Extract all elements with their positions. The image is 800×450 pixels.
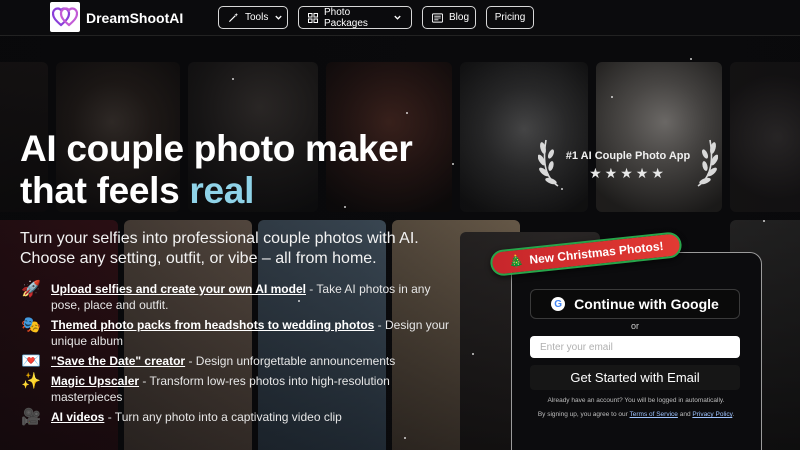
feature-link-upload-selfies[interactable]: Upload selfies and create your own AI mo…	[51, 282, 306, 296]
account-note: Already have an account? You will be log…	[547, 397, 725, 404]
theater-masks-icon: 🎭	[21, 317, 41, 334]
get-started-label: Get Started with Email	[570, 370, 700, 385]
terms-of-service-link[interactable]: Terms of Service	[630, 411, 678, 418]
list-item: 🎥 AI videos - Turn any photo into a capt…	[20, 409, 450, 426]
google-icon: G	[551, 297, 566, 311]
christmas-tree-icon: 🎄	[507, 253, 525, 270]
hero-title-highlight: real	[189, 170, 255, 211]
feature-description: - Design unforgettable announcements	[185, 354, 396, 368]
sparkle-icon	[611, 96, 613, 98]
rating-stars: ★★★★★	[589, 165, 667, 181]
chevron-down-icon	[394, 15, 401, 20]
photo-packages-label: Photo Packages	[324, 6, 368, 29]
logo[interactable]	[50, 2, 80, 32]
tools-label: Tools	[245, 12, 269, 23]
top-navbar: DreamShootAI Tools Photo Packages Blog P…	[0, 0, 800, 36]
chevron-down-icon	[275, 15, 283, 20]
get-started-email-button[interactable]: Get Started with Email	[530, 365, 740, 390]
badge-title: #1 AI Couple Photo App	[565, 150, 691, 162]
brand-name: DreamShootAI	[86, 10, 184, 26]
grid-icon	[308, 12, 318, 23]
feature-list: 🚀 Upload selfies and create your own AI …	[20, 281, 450, 429]
pricing-label: Pricing	[494, 12, 526, 23]
hero-subtitle: Turn your selfies into professional coup…	[20, 230, 419, 267]
terms-note: By signing up, you agree to our Terms of…	[520, 410, 752, 420]
privacy-policy-link[interactable]: Privacy Policy	[692, 411, 732, 418]
photo-packages-dropdown[interactable]: Photo Packages	[298, 6, 412, 29]
double-heart-icon	[52, 7, 78, 27]
feature-link-save-the-date[interactable]: "Save the Date" creator	[51, 354, 185, 368]
rocket-icon: 🚀	[21, 281, 41, 298]
magic-wand-icon	[228, 12, 239, 23]
sparkle-icon	[763, 220, 765, 222]
google-button-label: Continue with Google	[574, 296, 719, 312]
sparkles-icon: ✨	[21, 373, 41, 390]
award-badge: #1 AI Couple Photo App ★★★★★	[538, 134, 718, 190]
list-item: ✨ Magic Upscaler - Transform low-res pho…	[20, 373, 450, 405]
sparkle-icon	[452, 163, 454, 165]
hero-title-line2: that feels	[20, 170, 180, 211]
or-divider: or	[630, 321, 639, 331]
pricing-link[interactable]: Pricing	[486, 6, 534, 29]
feature-link-magic-upscaler[interactable]: Magic Upscaler	[51, 374, 139, 388]
tools-dropdown[interactable]: Tools	[218, 6, 288, 29]
hero-title-line1: AI couple photo maker	[20, 128, 413, 169]
sparkle-icon	[404, 437, 406, 439]
sparkle-icon	[472, 353, 474, 355]
email-field[interactable]	[530, 336, 740, 358]
sparkle-icon	[406, 112, 408, 114]
list-item: 🚀 Upload selfies and create your own AI …	[20, 281, 450, 313]
list-item: 💌 "Save the Date" creator - Design unfor…	[20, 353, 450, 370]
feature-link-themed-packs[interactable]: Themed photo packs from headshots to wed…	[51, 318, 374, 332]
newspaper-icon	[432, 12, 443, 23]
blog-label: Blog	[449, 12, 470, 23]
list-item: 🎭 Themed photo packs from headshots to w…	[20, 317, 450, 349]
love-letter-icon: 💌	[21, 353, 41, 370]
terms-suffix: .	[732, 411, 735, 418]
feature-description: - Turn any photo into a captivating vide…	[104, 410, 342, 424]
blog-link[interactable]: Blog	[422, 6, 476, 29]
sparkle-icon	[690, 58, 692, 60]
continue-with-google-button[interactable]: G Continue with Google	[530, 289, 740, 319]
terms-prefix: By signing up, you agree to our	[537, 411, 630, 418]
hero-title: AI couple photo maker that feels real	[20, 128, 413, 212]
feature-link-ai-videos[interactable]: AI videos	[51, 410, 104, 424]
laurel-right-icon	[697, 139, 718, 187]
sparkle-icon	[232, 78, 234, 80]
terms-and: and	[677, 411, 693, 418]
video-camera-icon: 🎥	[21, 409, 41, 426]
